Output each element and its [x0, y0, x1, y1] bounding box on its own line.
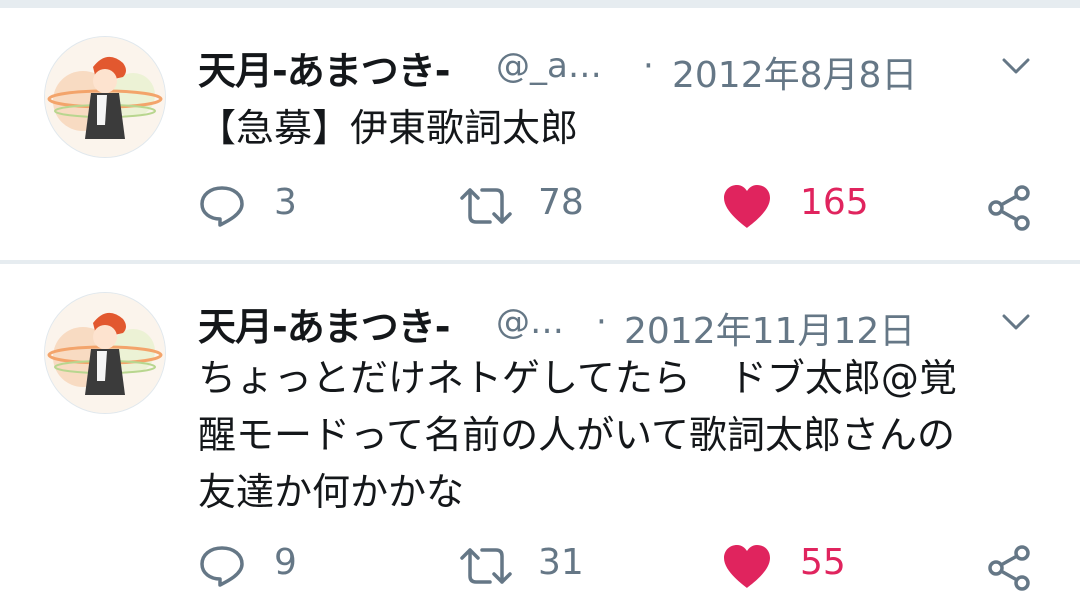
chevron-down-icon[interactable] [998, 48, 1034, 84]
reply-count: 9 [274, 542, 297, 583]
speech-bubble-icon [200, 186, 244, 227]
avatar[interactable] [44, 36, 166, 158]
retweet-count: 31 [538, 542, 584, 583]
separator-dot: · [643, 46, 654, 86]
tweet-text-line: 友達か何かかな [198, 470, 465, 514]
like-count: 165 [800, 182, 869, 223]
tweet-header: 天月-あまつき- @_a… · 2012年8月8日 [198, 36, 1080, 96]
retweet-count: 78 [538, 182, 584, 223]
user-handle[interactable]: @_a… [496, 46, 602, 86]
reply-button[interactable]: 3 [198, 176, 318, 236]
retweet-button[interactable]: 78 [458, 176, 598, 236]
user-handle[interactable]: @… [496, 302, 564, 342]
like-count: 55 [800, 542, 846, 583]
tweet-card[interactable]: 天月-あまつき- @_a… · 2012年8月8日 【急募】伊東歌詞太郎 3 7… [0, 8, 1080, 260]
tweet-text-line: 【急募】伊東歌詞太郎 [198, 106, 579, 150]
reply-count: 3 [274, 182, 297, 223]
share-button[interactable] [986, 536, 1036, 596]
avatar[interactable] [44, 292, 166, 414]
tweet-actions: 3 78 165 [0, 176, 1080, 236]
like-button[interactable]: 55 [722, 536, 892, 596]
heart-icon [724, 185, 770, 228]
share-button[interactable] [986, 176, 1036, 236]
tweet-text: 【急募】伊東歌詞太郎 [198, 100, 1040, 157]
tweet-card[interactable]: 天月-あまつき- @… · 2012年11月12日 ちょっとだけネトゲしてたら … [0, 264, 1080, 604]
tweet-text-line: ちょっとだけネトゲしてたら ドブ太郎@覚 [198, 356, 957, 400]
tweet-actions: 9 31 55 [0, 536, 1080, 596]
tweet-date[interactable]: 2012年8月8日 [672, 46, 917, 98]
display-name[interactable]: 天月-あまつき- [198, 40, 451, 95]
retweet-arrows-icon [460, 188, 512, 224]
avatar-illustration [45, 293, 165, 413]
reply-button[interactable]: 9 [198, 536, 318, 596]
tweet-text: ちょっとだけネトゲしてたら ドブ太郎@覚 醒モードって名前の人がいて歌詞太郎さん… [198, 350, 1040, 521]
display-name[interactable]: 天月-あまつき- [198, 296, 451, 351]
like-button[interactable]: 165 [722, 176, 892, 236]
retweet-arrows-icon [460, 548, 512, 584]
retweet-button[interactable]: 31 [458, 536, 598, 596]
separator-dot: · [596, 302, 607, 342]
tweet-header: 天月-あまつき- @… · 2012年11月12日 [198, 292, 1080, 352]
tweet-text-line: 醒モードって名前の人がいて歌詞太郎さんの [198, 413, 955, 457]
avatar-illustration [45, 37, 165, 157]
share-icon [988, 545, 1030, 591]
share-icon [988, 185, 1030, 231]
speech-bubble-icon [200, 546, 244, 587]
heart-icon [724, 545, 770, 588]
chevron-down-icon[interactable] [998, 304, 1034, 340]
tweet-date[interactable]: 2012年11月12日 [624, 302, 915, 354]
